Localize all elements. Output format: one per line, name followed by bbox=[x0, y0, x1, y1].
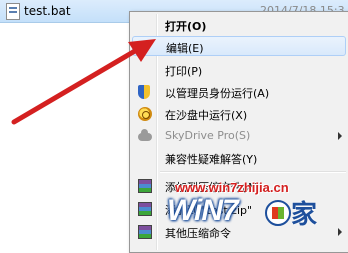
menu-item-open[interactable]: 打开(O) bbox=[132, 15, 346, 35]
menu-item-run-as-admin[interactable]: 以管理员身份运行(A) bbox=[132, 82, 346, 102]
menu-item-label: 以管理员身份运行(A) bbox=[165, 87, 270, 100]
menu-item-label: 打开(O) bbox=[165, 20, 207, 33]
winrar-icon bbox=[138, 225, 152, 239]
submenu-arrow-icon bbox=[338, 228, 342, 236]
winrar-icon bbox=[138, 202, 152, 216]
context-menu: 打开(O) 编辑(E) 打印(P) 以管理员身份运行(A) 在沙盘中运行(X) … bbox=[129, 11, 348, 253]
menu-item-label: 添加到 "test.zip" bbox=[165, 204, 253, 217]
submenu-arrow-icon bbox=[338, 132, 342, 140]
menu-item-label: 编辑(E) bbox=[166, 42, 204, 55]
menu-item-skydrive-pro[interactable]: SkyDrive Pro(S) bbox=[132, 126, 346, 146]
menu-item-run-sandboxed[interactable]: 在沙盘中运行(X) bbox=[132, 104, 346, 124]
sandbox-icon bbox=[138, 107, 152, 121]
file-name: test.bat bbox=[24, 4, 71, 18]
menu-item-add-to-test-zip[interactable]: 添加到 "test.zip" bbox=[132, 199, 346, 219]
explorer-background bbox=[0, 23, 130, 247]
menu-item-add-to-archive[interactable]: 添加到压缩文件(A)... bbox=[132, 176, 346, 196]
uac-shield-icon bbox=[138, 85, 150, 99]
menu-separator bbox=[160, 171, 346, 173]
menu-item-label: 在沙盘中运行(X) bbox=[165, 109, 248, 122]
menu-item-other-compress-commands[interactable]: 其他压缩命令 bbox=[132, 222, 346, 242]
menu-item-label: SkyDrive Pro(S) bbox=[165, 129, 251, 142]
menu-item-edit[interactable]: 编辑(E) bbox=[132, 36, 346, 56]
menu-item-label: 其他压缩命令 bbox=[165, 227, 231, 240]
menu-item-label: 兼容性疑难解答(Y) bbox=[165, 153, 258, 166]
batch-file-icon bbox=[6, 3, 20, 20]
menu-item-compatibility-troubleshoot[interactable]: 兼容性疑难解答(Y) bbox=[132, 148, 346, 168]
menu-item-label: 添加到压缩文件(A)... bbox=[165, 181, 269, 194]
menu-item-label: 打印(P) bbox=[165, 65, 203, 78]
cloud-icon bbox=[138, 129, 152, 141]
menu-item-print[interactable]: 打印(P) bbox=[132, 60, 346, 80]
winrar-icon bbox=[138, 179, 152, 193]
